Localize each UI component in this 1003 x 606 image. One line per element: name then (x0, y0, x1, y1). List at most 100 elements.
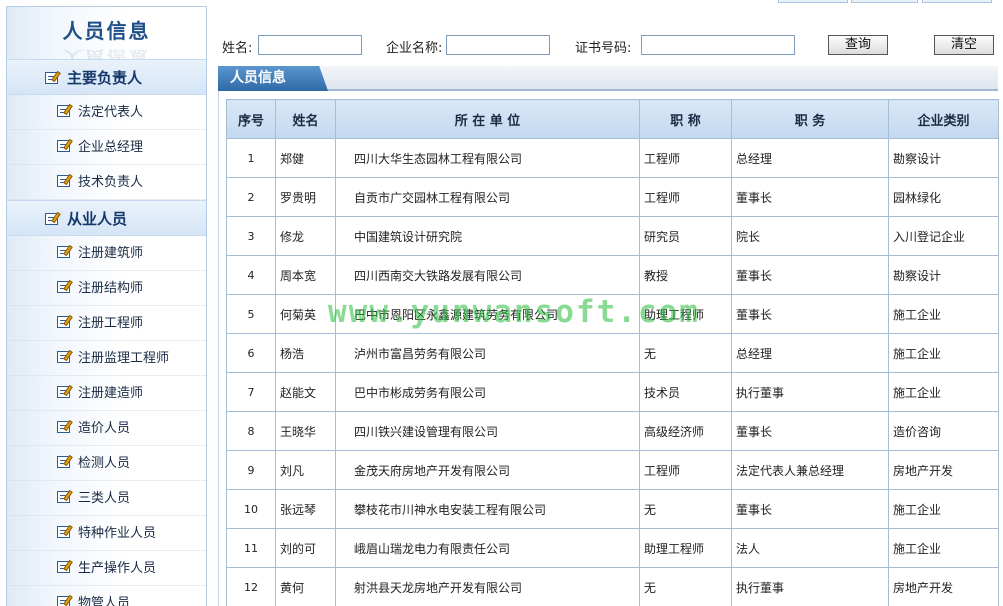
table-row[interactable]: 1 郑健 四川大华生态园林工程有限公司 工程师 总经理 勘察设计 (226, 138, 999, 178)
table-cell: 工程师 (639, 138, 732, 178)
company-input[interactable] (446, 35, 550, 55)
table-cell: 法人 (731, 528, 889, 568)
sidebar: 人员信息 人员信息 主要负责人 法定代表人 企业总经理 技术负责人 从业人员 注册建筑师注… (6, 6, 207, 606)
item-pen-icon (57, 314, 73, 328)
sidebar-item-label: 注册工程师 (78, 316, 144, 331)
cert-label: 证书号码: (575, 41, 632, 56)
table-cell: 董事长 (731, 294, 889, 334)
table-cell: 刘凡 (275, 450, 336, 490)
table-row[interactable]: 7 赵能文 巴中市彬成劳务有限公司 技术员 执行董事 施工企业 (226, 372, 999, 412)
table-row[interactable]: 5 何菊英 巴中市恩阳区永鑫源建筑劳务有限公司 助理工程师 董事长 施工企业 (226, 294, 999, 334)
name-input[interactable] (258, 35, 362, 55)
sidebar-section-label: 从业人员 (67, 210, 128, 228)
sidebar-item-label: 造价人员 (78, 421, 131, 436)
sidebar-item-label: 检测人员 (78, 456, 131, 471)
table-cell: 造价咨询 (888, 411, 999, 451)
table-body: 1 郑健 四川大华生态园林工程有限公司 工程师 总经理 勘察设计 2 罗贵明 自贡市广交园林工程… (226, 138, 999, 606)
table-cell: 黄何 (275, 567, 336, 606)
sidebar-item[interactable]: 法定代表人 (7, 95, 206, 130)
table-cell: 刘的可 (275, 528, 336, 568)
table-cell: 2 (226, 177, 276, 217)
table-row[interactable]: 6 杨浩 泸州市富昌劳务有限公司无总经理 施工企业 (226, 333, 999, 373)
table-cell: 房地产开发 (888, 567, 999, 606)
table-row[interactable]: 9 刘凡 金茂天府房地产开发有限公司 工程师 法定代表人兼总经理 房地产开发 (226, 450, 999, 490)
sidebar-item[interactable]: 物管人员 (7, 586, 206, 606)
sidebar-item-label: 物管人员 (78, 596, 131, 606)
sidebar-item[interactable]: 生产操作人员 (7, 551, 206, 586)
sidebar-item-label: 注册建筑师 (78, 246, 144, 261)
cert-input[interactable] (641, 35, 795, 55)
table-cell: 执行董事 (731, 567, 889, 606)
top-strip-1 (778, 0, 848, 3)
table-cell: 泸州市富昌劳务有限公司 (335, 333, 640, 373)
table-cell: 工程师 (639, 450, 732, 490)
table-cell: 总经理 (731, 138, 889, 178)
sidebar-item[interactable]: 特种作业人员 (7, 516, 206, 551)
table-cell: 教授 (639, 255, 732, 295)
item-pen-icon (57, 384, 73, 398)
table-row[interactable]: 2 罗贵明 自贡市广交园林工程有限公司 工程师 董事长 园林绿化 (226, 177, 999, 217)
table-cell: 工程师 (639, 177, 732, 217)
sidebar-item[interactable]: 检测人员 (7, 446, 206, 481)
table-cell: 赵能文 (275, 372, 336, 412)
item-pen-icon (57, 524, 73, 538)
item-pen-icon (57, 454, 73, 468)
table-cell: 5 (226, 294, 276, 334)
column-header: 姓名 (275, 99, 336, 139)
sidebar-item[interactable]: 三类人员 (7, 481, 206, 516)
table-row[interactable]: 11 刘的可 峨眉山瑞龙电力有限责任公司 助理工程师 法人 施工企业 (226, 528, 999, 568)
table-cell: 高级经济师 (639, 411, 732, 451)
table-cell: 1 (226, 138, 276, 178)
table-cell: 施工企业 (888, 333, 999, 373)
table-cell: 四川西南交大铁路发展有限公司 (335, 255, 640, 295)
clear-button[interactable]: 清空 (934, 35, 994, 55)
table-cell: 园林绿化 (888, 177, 999, 217)
sidebar-item[interactable]: 注册结构师 (7, 271, 206, 306)
sidebar-item[interactable]: 注册建造师 (7, 376, 206, 411)
table-cell: 执行董事 (731, 372, 889, 412)
table-cell: 施工企业 (888, 489, 999, 529)
table-cell: 无 (639, 489, 732, 529)
table-cell: 攀枝花市川神水电安装工程有限公司 (335, 489, 640, 529)
table-cell: 11 (226, 528, 276, 568)
sidebar-title-text: 人员信息 (62, 19, 151, 43)
sidebar-item[interactable]: 造价人员 (7, 411, 206, 446)
table-cell: 勘察设计 (888, 138, 999, 178)
table-row[interactable]: 10 张远琴 攀枝花市川神水电安装工程有限公司无董事长 施工企业 (226, 489, 999, 529)
table-cell: 自贡市广交园林工程有限公司 (335, 177, 640, 217)
section-pen-icon (45, 70, 61, 84)
item-pen-icon (57, 279, 73, 293)
table-cell: 施工企业 (888, 294, 999, 334)
table-row[interactable]: 8 王晓华 四川铁兴建设管理有限公司 高级经济师 董事长 造价咨询 (226, 411, 999, 451)
sidebar-item[interactable]: 注册监理工程师 (7, 341, 206, 376)
sidebar-item[interactable]: 技术负责人 (7, 165, 206, 200)
column-header: 企业类别 (888, 99, 999, 139)
item-pen-icon (57, 244, 73, 258)
sidebar-item-label: 注册建造师 (78, 386, 144, 401)
sidebar-section-header[interactable]: 从业人员 (7, 200, 206, 236)
table-cell: 何菊英 (275, 294, 336, 334)
table-row[interactable]: 3 修龙 中国建筑设计研究院 研究员 院长 入川登记企业 (226, 216, 999, 256)
table-cell: 董事长 (731, 411, 889, 451)
item-pen-icon (57, 103, 73, 117)
sidebar-section-header[interactable]: 主要负责人 (7, 59, 206, 95)
sidebar-section-label: 主要负责人 (67, 69, 143, 87)
sidebar-item-label: 企业总经理 (78, 140, 144, 155)
table-cell: 施工企业 (888, 372, 999, 412)
sidebar-item[interactable]: 注册建筑师 (7, 236, 206, 271)
table-row[interactable]: 12 黄何 射洪县天龙房地产开发有限公司无执行董事 房地产开发 (226, 567, 999, 606)
sidebar-menu: 主要负责人法定代表人企业总经理技术负责人从业人员注册建筑师注册结构师注册工程师注… (7, 59, 206, 606)
panel-title-tab: 人员信息 (218, 66, 328, 91)
item-pen-icon (57, 173, 73, 187)
table-row[interactable]: 4 周本宽 四川西南交大铁路发展有限公司 教授 董事长 勘察设计 (226, 255, 999, 295)
item-pen-icon (57, 594, 73, 606)
table-cell: 勘察设计 (888, 255, 999, 295)
query-button[interactable]: 查询 (828, 35, 888, 55)
top-strip-2 (851, 0, 918, 3)
name-label: 姓名: (222, 41, 253, 56)
sidebar-item[interactable]: 注册工程师 (7, 306, 206, 341)
sidebar-item-label: 法定代表人 (78, 105, 144, 120)
sidebar-item[interactable]: 企业总经理 (7, 130, 206, 165)
table-cell: 张远琴 (275, 489, 336, 529)
personnel-table: 序号 姓名所 在 单 位职 称职 务企业类别 1 郑健 四川大华生态园林工程有限公司工… (226, 99, 999, 606)
